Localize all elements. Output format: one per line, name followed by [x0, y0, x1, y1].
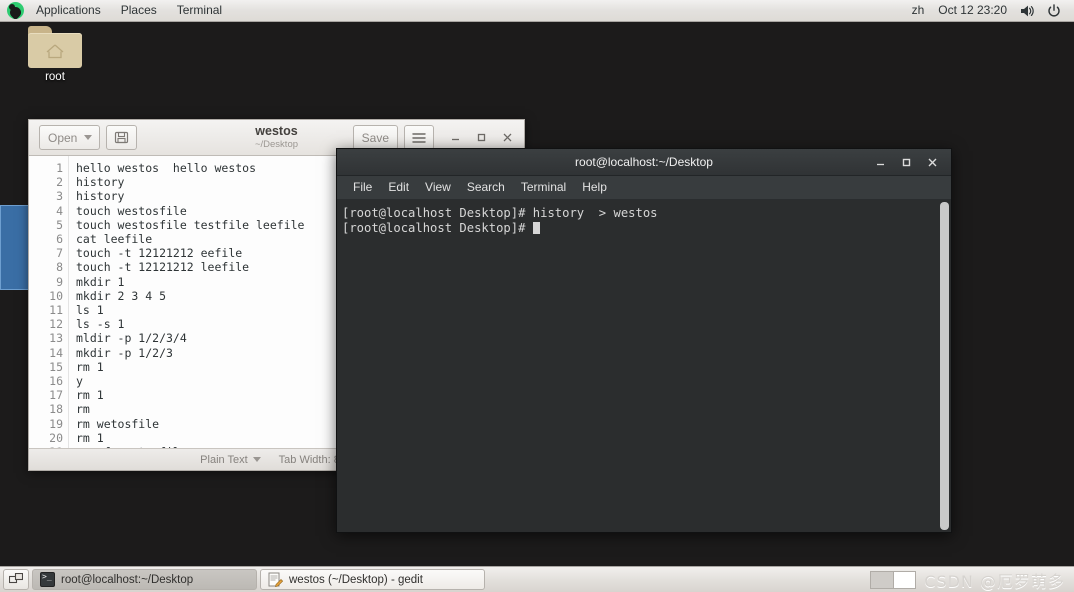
gedit-icon — [268, 572, 284, 588]
hamburger-menu-icon — [412, 132, 426, 143]
terminal-body[interactable]: [root@localhost Desktop]# history > west… — [337, 200, 951, 532]
language-selector[interactable]: Plain Text — [200, 454, 261, 466]
power-icon-svg — [1048, 3, 1060, 16]
terminal-menu-search[interactable]: Search — [459, 176, 513, 199]
terminal-menu-terminal[interactable]: Terminal — [513, 176, 574, 199]
desktop-icon-root[interactable]: root — [22, 26, 88, 83]
terminal-menu-edit[interactable]: Edit — [380, 176, 417, 199]
tab-width-label: Tab Width: 8 — [278, 453, 340, 466]
terminal-window[interactable]: root@localhost:~/Desktop File Edit View … — [336, 148, 952, 533]
volume-speaker-icon[interactable] — [1015, 4, 1040, 18]
task-button-gedit[interactable]: westos (~/Desktop) - gedit — [260, 569, 485, 590]
maximize-icon — [477, 133, 485, 142]
show-desktop-icon[interactable] — [3, 569, 29, 590]
close-icon — [928, 158, 936, 166]
terminal-menubar: File Edit View Search Terminal Help — [337, 176, 951, 200]
chevron-down-icon — [252, 457, 261, 462]
home-folder-icon — [28, 26, 82, 68]
terminal-menu-file[interactable]: File — [345, 176, 380, 199]
language-label: Plain Text — [200, 453, 248, 466]
save-as-button[interactable] — [106, 125, 138, 150]
terminal-close-button[interactable] — [919, 149, 945, 175]
house-glyph-icon — [46, 44, 64, 59]
show-desktop-glyph-icon — [9, 573, 23, 584]
terminal-output[interactable]: [root@localhost Desktop]# history > west… — [337, 200, 937, 532]
top-panel: Applications Places Terminal zh Oct 12 2… — [0, 0, 1074, 22]
workspace-switcher[interactable] — [870, 570, 917, 589]
terminal-menu-view[interactable]: View — [417, 176, 459, 199]
watermark: CSDN @厄罗萌多 — [924, 571, 1065, 591]
open-button-label: Open — [48, 130, 78, 145]
gedit-glyph-icon — [268, 572, 284, 588]
input-source-indicator[interactable]: zh — [906, 0, 931, 21]
panel-status-area: zh Oct 12 23:20 — [906, 0, 1074, 21]
menu-terminal[interactable]: Terminal — [167, 0, 232, 21]
workspace-2[interactable] — [892, 571, 916, 588]
desktop-icon-label: root — [45, 71, 65, 83]
save-as-icon — [115, 131, 129, 144]
menu-places[interactable]: Places — [111, 0, 167, 21]
save-button-label: Save — [361, 130, 389, 145]
terminal-minimize-button[interactable] — [867, 149, 893, 175]
menu-applications[interactable]: Applications — [26, 0, 111, 21]
minimize-icon — [451, 138, 459, 141]
hamburger-menu-button[interactable] — [404, 125, 434, 150]
terminal-menu-help[interactable]: Help — [574, 176, 615, 199]
task-button-terminal[interactable]: root@localhost:~/Desktop — [32, 569, 257, 590]
taskbar-right: CSDN @厄罗萌多 — [870, 568, 1071, 592]
terminal-title-text: root@localhost:~/Desktop — [575, 155, 713, 169]
terminal-cursor — [532, 221, 540, 234]
terminal-scrollbar-thumb[interactable] — [939, 202, 949, 530]
open-button[interactable]: Open — [39, 125, 101, 150]
gnome-footprint-icon[interactable] — [7, 2, 24, 19]
save-button[interactable]: Save — [352, 125, 398, 150]
task-label-terminal: root@localhost:~/Desktop — [61, 573, 194, 586]
terminal-icon — [40, 572, 55, 587]
maximize-icon — [902, 158, 910, 166]
terminal-scrollbar[interactable] — [937, 200, 951, 532]
taskbar: root@localhost:~/Desktop westos (~/Deskt… — [0, 566, 1074, 592]
minimize-icon — [876, 163, 884, 165]
workspace-1[interactable] — [871, 572, 893, 588]
task-label-gedit: westos (~/Desktop) - gedit — [289, 573, 423, 586]
desktop-selection-rectangle — [0, 205, 29, 290]
terminal-window-controls — [867, 149, 951, 175]
line-number-gutter: 1 2 3 4 5 6 7 8 9 10 11 12 13 14 15 16 1… — [29, 156, 69, 448]
close-icon — [503, 133, 511, 142]
terminal-titlebar[interactable]: root@localhost:~/Desktop — [337, 149, 951, 176]
terminal-maximize-button[interactable] — [893, 149, 919, 175]
desktop: Applications Places Terminal zh Oct 12 2… — [0, 0, 1074, 592]
chevron-down-icon — [84, 135, 93, 140]
volume-speaker-icon-svg — [1021, 5, 1034, 16]
power-icon[interactable] — [1042, 3, 1066, 18]
clock[interactable]: Oct 12 23:20 — [932, 0, 1013, 21]
